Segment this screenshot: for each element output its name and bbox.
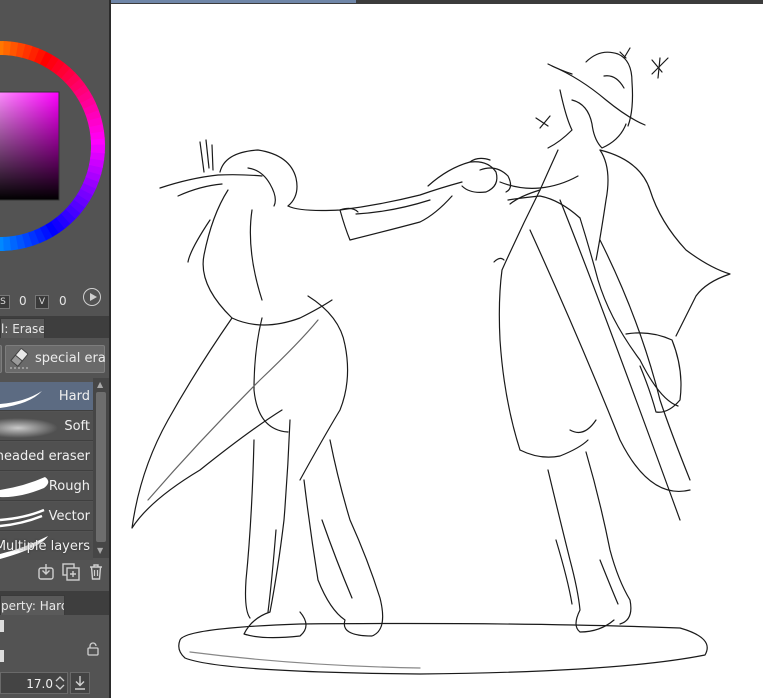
eraser-icon: [10, 348, 30, 369]
subtool-group-button[interactable]: special era: [5, 345, 106, 373]
brush-item-soft[interactable]: Soft: [0, 412, 93, 441]
subtool-group-label: special era: [35, 351, 106, 366]
scroll-thumb[interactable]: [96, 392, 106, 542]
brush-item-kneaded-eraser[interactable]: neaded eraser: [0, 442, 93, 471]
trash-icon[interactable]: [87, 563, 105, 581]
scroll-down-icon[interactable]: ▼: [97, 546, 103, 555]
download-icon: [75, 676, 85, 690]
sketch-drawing: [131, 47, 731, 675]
brush-item-multiple-layers[interactable]: Multiple layers: [0, 532, 93, 561]
play-circle-icon[interactable]: [83, 288, 101, 306]
brush-item-rough[interactable]: Rough: [0, 472, 93, 501]
property-tab-wrap: perty: Hard: [0, 591, 109, 615]
brush-item-label: Multiple layers: [0, 539, 90, 554]
brush-item-label: Soft: [64, 419, 90, 434]
duplicate-icon[interactable]: [62, 563, 80, 581]
brush-item-label: neaded eraser: [0, 449, 90, 464]
spinner-icon[interactable]: [55, 675, 65, 691]
subtool-group-prev[interactable]: [0, 345, 2, 373]
lock-icon[interactable]: [86, 642, 100, 656]
brush-size-apply[interactable]: [70, 672, 90, 694]
property-swatch-2[interactable]: [0, 650, 4, 662]
brush-list: Hard Soft neaded eraser Rough Vector Mul…: [0, 378, 93, 561]
brush-size-value: 17.0: [26, 677, 53, 691]
brush-item-label: Hard: [58, 389, 90, 404]
brush-list-scrollbar[interactable]: ▲ ▼: [93, 378, 109, 558]
brush-item-hard[interactable]: Hard: [0, 382, 93, 411]
brush-size-field[interactable]: 17.0: [0, 672, 68, 694]
tab-tool-property[interactable]: perty: Hard: [0, 595, 65, 615]
brush-stroke-preview: [0, 418, 58, 438]
tab-tool-eraser[interactable]: l: Eraser: [0, 318, 45, 338]
left-tool-panel: S 0 V 0 l: Eraser special era Hard Soft …: [0, 0, 109, 698]
scroll-up-icon[interactable]: ▲: [97, 380, 103, 389]
property-swatch[interactable]: [0, 620, 4, 632]
hsv-label-v: V: [35, 295, 49, 309]
brush-item-label: Rough: [48, 479, 90, 494]
brush-item-vector[interactable]: Vector: [0, 502, 93, 531]
color-wheel[interactable]: [0, 0, 109, 285]
hsv-value-v: 0: [59, 294, 67, 308]
hsv-label-s: S: [0, 295, 10, 309]
canvas-tab-active[interactable]: [111, 0, 356, 3]
brush-stroke-preview: [0, 391, 42, 408]
import-icon[interactable]: [37, 563, 55, 581]
hsv-value-s: 0: [19, 294, 27, 308]
drawing-canvas[interactable]: [111, 4, 763, 698]
brush-item-label: Vector: [48, 509, 90, 524]
